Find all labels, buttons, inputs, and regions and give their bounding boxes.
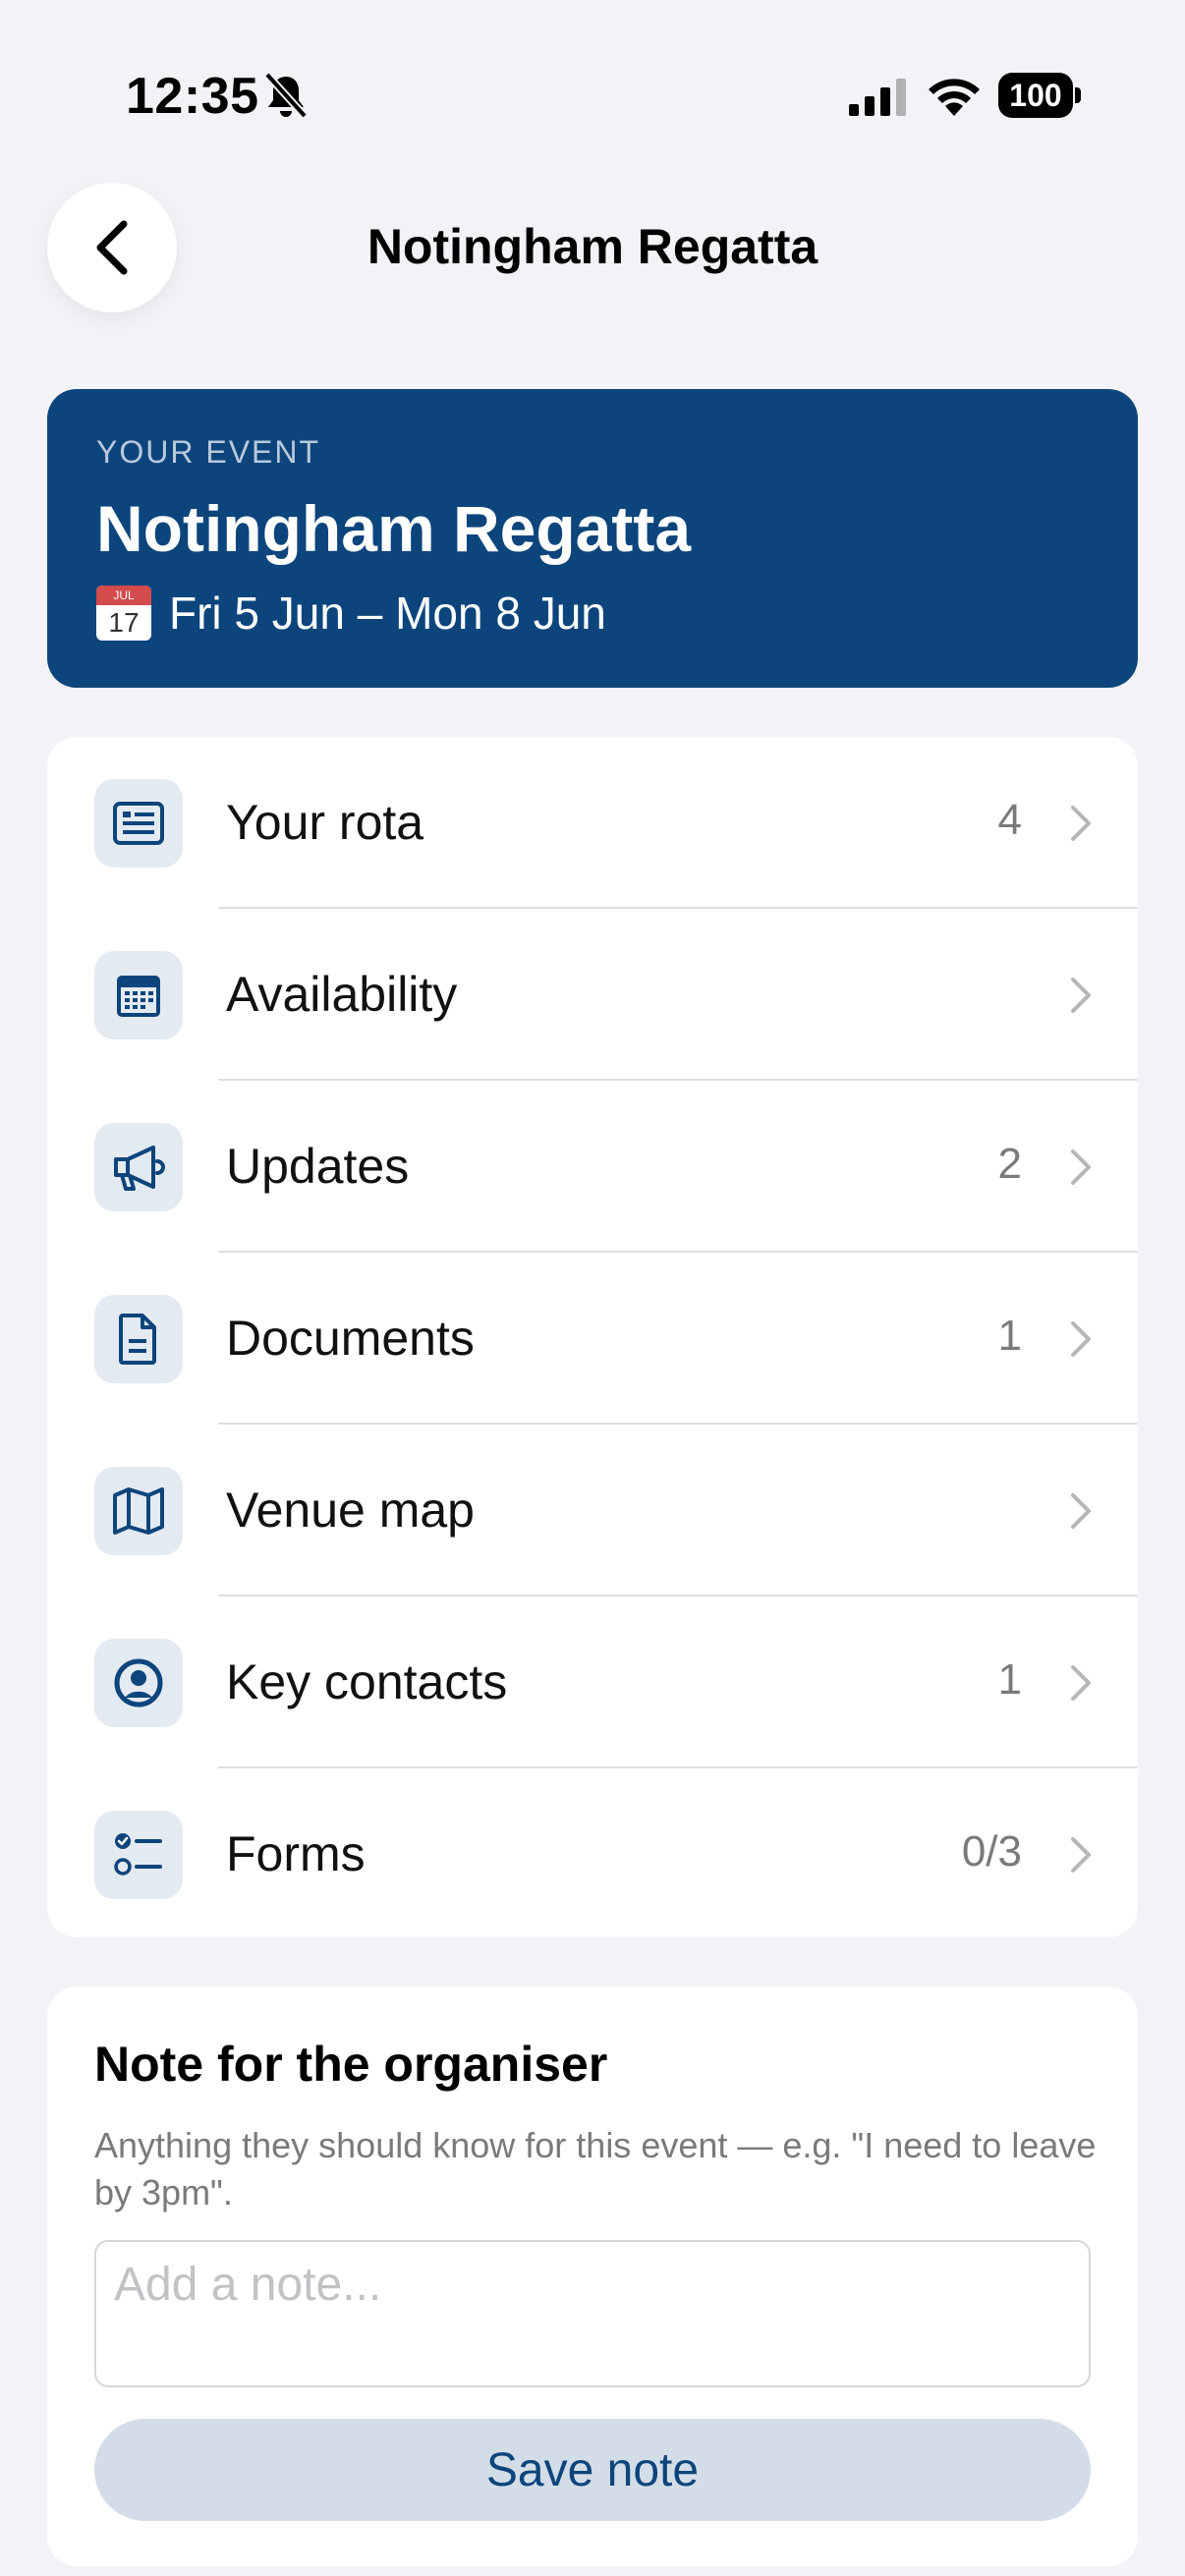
chevron-right-icon xyxy=(1071,806,1091,841)
note-input[interactable] xyxy=(94,2240,1091,2387)
menu-item-count: 2 xyxy=(997,1140,1022,1188)
battery-icon: 100 xyxy=(998,73,1081,118)
wifi-icon xyxy=(929,79,980,116)
menu-item-availability[interactable]: Availability xyxy=(47,909,1138,1081)
document-icon xyxy=(119,1314,156,1365)
chevron-right-icon xyxy=(1071,978,1091,1013)
menu-item-updates[interactable]: Updates 2 xyxy=(47,1081,1138,1253)
menu-item-venue-map[interactable]: Venue map xyxy=(47,1425,1138,1596)
map-icon xyxy=(113,1487,164,1535)
battery-level: 100 xyxy=(998,73,1073,118)
chevron-right-icon xyxy=(1071,1321,1091,1357)
note-card: Note for the organiser Anything they sho… xyxy=(47,1987,1138,2566)
menu-item-your-rota[interactable]: Your rota 4 xyxy=(47,737,1138,909)
calendar-emoji-icon: JUL 17 xyxy=(96,586,151,641)
menu-item-label: Availability xyxy=(226,967,458,1022)
status-bar: 12:35 100 xyxy=(0,0,1185,187)
menu-item-label: Documents xyxy=(226,1311,475,1366)
person-circle-icon xyxy=(114,1658,163,1708)
menu-item-label: Updates xyxy=(226,1139,410,1194)
chevron-right-icon xyxy=(1071,1149,1091,1185)
menu-item-key-contacts[interactable]: Key contacts 1 xyxy=(47,1596,1138,1768)
event-menu: Your rota 4 Availability Updates 2 Docum… xyxy=(47,737,1138,1937)
chevron-right-icon xyxy=(1071,1837,1091,1873)
event-dates: Fri 5 Jun – Mon 8 Jun xyxy=(169,588,606,639)
event-name: Notingham Regatta xyxy=(96,492,692,565)
chevron-right-icon xyxy=(1071,1665,1091,1701)
list-icon xyxy=(113,802,164,845)
menu-item-label: Your rota xyxy=(226,795,424,850)
menu-item-label: Venue map xyxy=(226,1483,475,1538)
checklist-icon xyxy=(114,1833,162,1876)
event-kicker: YOUR EVENT xyxy=(96,434,321,470)
megaphone-icon xyxy=(114,1146,165,1191)
chevron-right-icon xyxy=(1071,1493,1091,1529)
menu-item-label: Forms xyxy=(226,1826,366,1881)
bell-slash-icon xyxy=(264,72,308,119)
calendar-icon xyxy=(117,976,160,1017)
status-time: 12:35 xyxy=(126,68,259,125)
menu-item-documents[interactable]: Documents 1 xyxy=(47,1253,1138,1425)
page-title: Notingham Regatta xyxy=(367,219,818,274)
menu-item-count: 0/3 xyxy=(961,1827,1022,1876)
menu-item-count: 1 xyxy=(997,1312,1022,1360)
menu-item-count: 4 xyxy=(997,796,1022,844)
event-dates-row: JUL 17 Fri 5 Jun – Mon 8 Jun xyxy=(96,586,606,641)
menu-item-count: 1 xyxy=(997,1655,1022,1704)
event-card: YOUR EVENT Notingham Regatta JUL 17 Fri … xyxy=(47,389,1138,688)
menu-item-forms[interactable]: Forms 0/3 xyxy=(47,1768,1138,1937)
menu-item-label: Key contacts xyxy=(226,1654,508,1709)
note-title: Note for the organiser xyxy=(94,2037,608,2092)
save-note-button[interactable]: Save note xyxy=(94,2419,1091,2521)
signal-icon xyxy=(849,79,906,116)
note-help-text: Anything they should know for this event… xyxy=(94,2125,1097,2212)
